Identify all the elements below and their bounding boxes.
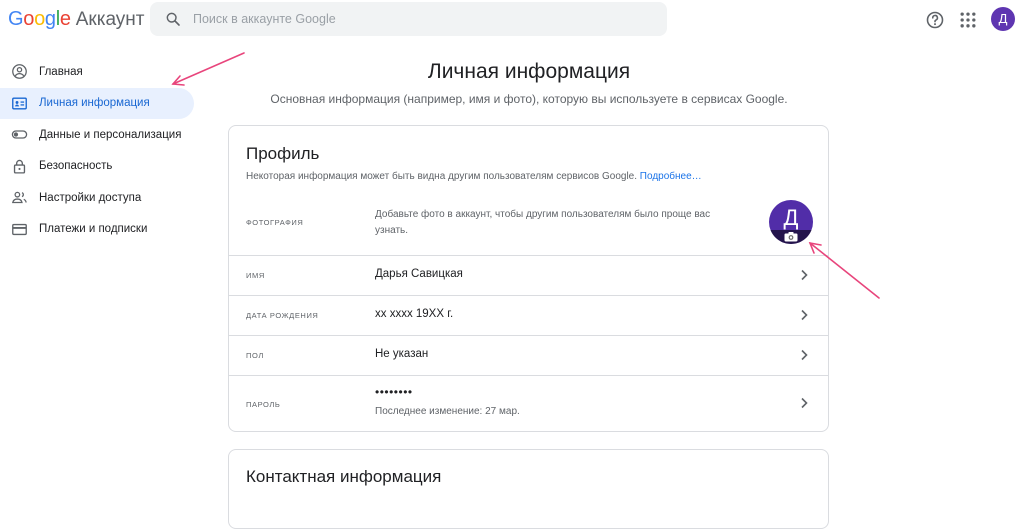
sidebar-item-personal-info[interactable]: Личная информация	[0, 87, 194, 119]
profile-card-description: Некоторая информация может быть видна др…	[246, 171, 702, 182]
google-wordmark: Google	[8, 8, 71, 30]
name-label: ИМЯ	[246, 271, 265, 280]
birthday-label: ДАТА РОЖДЕНИЯ	[246, 311, 319, 320]
sidebar-item-label: Платежи и подписки	[39, 223, 148, 236]
chevron-right-icon	[801, 349, 808, 361]
sidebar-item-home[interactable]: Главная	[0, 56, 194, 88]
sidebar-item-security[interactable]: Безопасность	[0, 151, 194, 183]
birthday-value: хх хххх 19ХХ г.	[375, 308, 454, 320]
contact-card-title: Контактная информация	[246, 467, 442, 486]
gender-label: ПОЛ	[246, 351, 264, 360]
profile-photo-avatar[interactable]: Д	[769, 200, 813, 244]
toggle-icon	[11, 130, 28, 139]
birthday-row[interactable]: ДАТА РОЖДЕНИЯ хх хххх 19ХХ г.	[229, 295, 828, 336]
password-last-changed: Последнее изменение: 27 мар.	[375, 406, 520, 417]
sidebar-item-label: Настройки доступа	[39, 191, 142, 204]
learn-more-link[interactable]: Подробнее…	[640, 171, 702, 182]
sidebar-item-sharing[interactable]: Настройки доступа	[0, 182, 194, 214]
sidebar-item-data-personalization[interactable]: Данные и персонализация	[0, 119, 194, 151]
search-icon	[166, 12, 180, 26]
people-icon	[11, 192, 27, 204]
profile-card-title: Профиль	[246, 144, 320, 163]
sidebar-item-payments[interactable]: Платежи и подписки	[0, 214, 194, 246]
password-label: ПАРОЛЬ	[246, 400, 281, 409]
name-value: Дарья Савицкая	[375, 268, 463, 280]
password-value: ••••••••	[375, 385, 413, 399]
search-input[interactable]	[191, 11, 635, 27]
profile-card: Профиль Некоторая информация может быть …	[228, 125, 829, 432]
gender-value: Не указан	[375, 348, 429, 360]
sidebar-nav: Главная Личная информация Данные и персо…	[0, 56, 194, 245]
password-row[interactable]: ПАРОЛЬ •••••••• Последнее изменение: 27 …	[229, 375, 828, 431]
chevron-right-icon	[801, 269, 808, 281]
camera-icon	[784, 232, 798, 242]
account-circle-icon	[12, 64, 27, 80]
logo-account-text: Аккаунт	[75, 9, 145, 30]
sidebar-item-label: Личная информация	[39, 97, 150, 110]
photo-label: ФОТОГРАФИЯ	[246, 218, 304, 227]
user-avatar[interactable]: Д	[991, 7, 1015, 31]
sidebar-item-label: Безопасность	[39, 160, 113, 173]
page-title: Личная информация	[427, 60, 631, 83]
search-bar[interactable]	[150, 2, 667, 36]
profile-description-text: Некоторая информация может быть видна др…	[246, 171, 638, 182]
id-card-icon	[12, 97, 27, 110]
help-icon[interactable]	[925, 10, 945, 30]
chevron-right-icon	[801, 397, 808, 409]
avatar-initial: Д	[783, 205, 799, 230]
name-row[interactable]: ИМЯ Дарья Савицкая	[229, 255, 828, 296]
chevron-right-icon	[801, 309, 808, 321]
google-account-logo[interactable]: Google Аккаунт	[8, 8, 145, 32]
apps-grid-icon[interactable]	[958, 10, 978, 30]
photo-hint: Добавьте фото в аккаунт, чтобы другим по…	[375, 209, 711, 236]
gender-row[interactable]: ПОЛ Не указан	[229, 335, 828, 376]
page-subtitle: Основная информация (например, имя и фот…	[270, 92, 788, 106]
credit-card-icon	[12, 223, 27, 235]
sidebar-item-label: Главная	[39, 65, 83, 78]
contact-card: Контактная информация	[228, 449, 829, 529]
lock-icon	[13, 159, 26, 174]
sidebar-item-label: Данные и персонализация	[39, 128, 182, 141]
